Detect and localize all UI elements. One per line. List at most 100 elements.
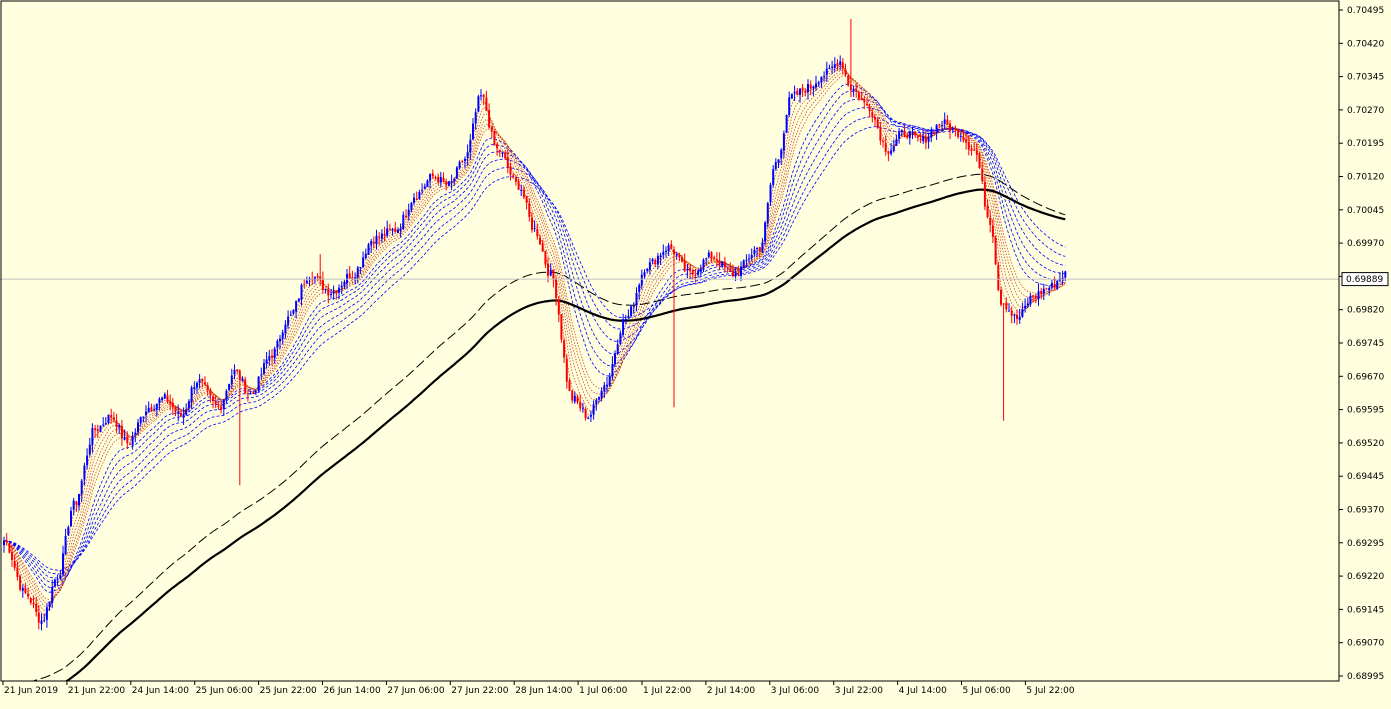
candle-body (721, 261, 724, 267)
candle-body (316, 276, 319, 277)
candle-body (120, 425, 123, 439)
candle-body (686, 268, 689, 271)
candle-body (967, 142, 970, 150)
candle-body (903, 130, 906, 136)
candle-body (29, 598, 32, 603)
candle-body (51, 587, 54, 603)
y-tick-label: 0.69970 (1347, 239, 1384, 249)
candle-body (70, 510, 72, 527)
x-tick-label: 27 Jun 22:00 (451, 686, 508, 696)
candle-body (287, 316, 290, 326)
candle-body (1050, 282, 1053, 288)
candle-body (638, 284, 641, 292)
candle-body (769, 184, 772, 203)
candle-body (825, 68, 828, 75)
candle-body (99, 425, 102, 433)
candle-body (1018, 316, 1021, 320)
candle-body (222, 399, 225, 409)
x-tick-label: 26 Jun 14:00 (324, 686, 381, 696)
candle-body (528, 203, 531, 217)
candle-body (691, 270, 694, 275)
candle-body (134, 432, 137, 435)
chart-background (0, 0, 1391, 705)
candle-body (681, 257, 683, 262)
candle-body (975, 150, 978, 155)
price-chart[interactable]: 0.70495 0.70420 0.70345 0.70270 0.70195 0.701… (0, 0, 1391, 709)
candle-body (386, 228, 389, 236)
candle-body (758, 247, 761, 252)
candle-body (268, 356, 271, 361)
candle-body (654, 260, 657, 265)
candle-body (616, 344, 619, 355)
candle-body (887, 151, 890, 154)
candle-body (24, 588, 27, 593)
candle-body (1005, 302, 1008, 310)
candle-body (729, 269, 732, 272)
candle-body (565, 358, 568, 382)
y-tick-label: 0.69820 (1347, 306, 1384, 316)
y-tick-label: 0.69745 (1347, 339, 1384, 349)
candle-body (297, 299, 300, 302)
candle-body (699, 268, 702, 272)
candle-body (665, 250, 667, 252)
candle-body (171, 402, 174, 408)
candle-body (748, 258, 750, 260)
candle-body (930, 131, 933, 138)
candle-body (742, 260, 745, 268)
candle-body (667, 245, 670, 252)
candle-body (252, 392, 255, 394)
candle-body (399, 228, 402, 231)
candle-body (796, 90, 799, 95)
candle-body (340, 285, 343, 288)
candle-body (707, 252, 710, 257)
candle-body (75, 501, 78, 505)
candle-body (860, 98, 863, 101)
candle-body (204, 382, 206, 385)
candle-body (158, 399, 161, 403)
candle-body (91, 428, 94, 445)
y-tick-label: 0.69145 (1347, 605, 1384, 615)
chart-canvas[interactable]: 0.70495 0.70420 0.70345 0.70270 0.70195 0.701… (0, 0, 1391, 709)
candle-body (78, 494, 80, 506)
candle-body (734, 272, 737, 277)
candle-body (809, 84, 812, 89)
candle-body (627, 315, 630, 318)
candle-body (139, 417, 142, 424)
candle-body (994, 237, 997, 265)
candle-body (415, 198, 418, 200)
candle-body (238, 370, 241, 380)
candle-body (820, 76, 823, 83)
y-tick-label: 0.70345 (1347, 73, 1384, 83)
candle-body (126, 437, 129, 444)
candle-body (1008, 310, 1010, 312)
candle-body (388, 228, 391, 230)
candle-body (321, 278, 324, 290)
candle (455, 166, 458, 179)
candle-body (244, 379, 247, 394)
candle-body (997, 264, 1000, 290)
candle-body (750, 254, 753, 258)
candle-body (62, 553, 64, 575)
candle-body (951, 128, 954, 130)
candle-body (450, 181, 453, 183)
y-tick-label: 0.69520 (1347, 439, 1384, 449)
candle-body (927, 137, 930, 142)
candle-body (166, 395, 169, 402)
candle-body (129, 443, 131, 445)
candle-body (426, 180, 429, 187)
y-tick-label: 0.69070 (1347, 639, 1384, 649)
candle-body (118, 425, 121, 428)
candle-body (279, 338, 281, 342)
candle-body (868, 106, 871, 112)
candle-body (946, 119, 949, 125)
x-tick-label: 5 Jul 22:00 (1026, 686, 1075, 696)
candle (847, 75, 850, 87)
candle-body (233, 370, 236, 375)
y-tick-label: 0.70195 (1347, 139, 1384, 149)
candle-body (857, 92, 860, 100)
candle (53, 578, 56, 587)
candle-body (689, 267, 692, 272)
candle-body (874, 117, 876, 120)
candle-body (1056, 280, 1059, 289)
candle-body (611, 364, 614, 377)
